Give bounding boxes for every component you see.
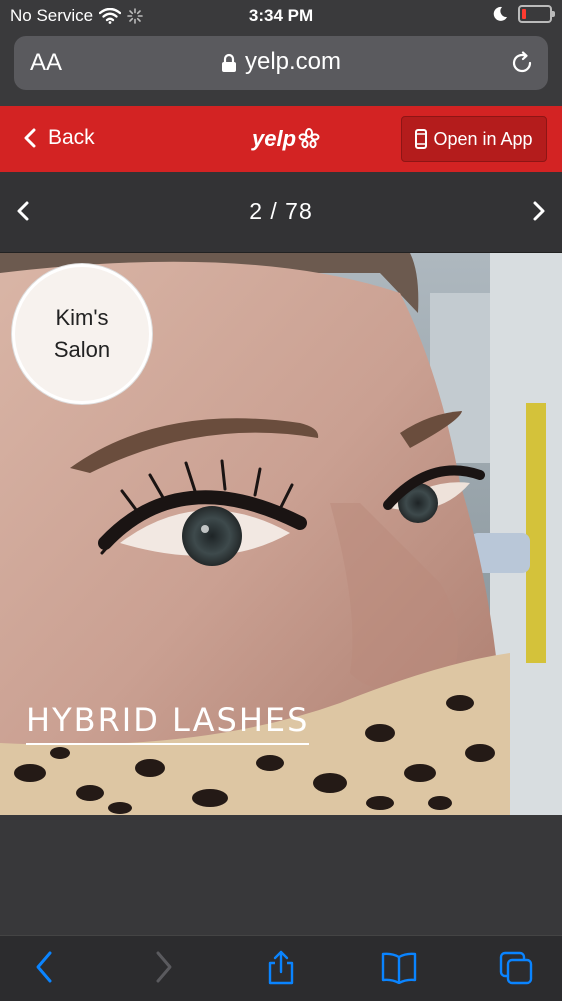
photo-caption: HYBRID LASHES bbox=[26, 701, 310, 745]
browser-address-area: AA yelp.com bbox=[0, 32, 562, 106]
back-label: Back bbox=[48, 126, 95, 149]
bookmarks-icon[interactable] bbox=[380, 950, 418, 984]
next-photo-icon[interactable] bbox=[532, 200, 546, 222]
viewer-background bbox=[0, 815, 562, 935]
url-text: yelp.com bbox=[244, 48, 342, 75]
yelp-header: Back yelp Open in App bbox=[0, 106, 562, 172]
url-display[interactable]: yelp.com bbox=[14, 48, 548, 76]
open-in-app-label: Open in App bbox=[433, 128, 533, 149]
photo-counter: 2 / 78 bbox=[249, 198, 313, 224]
yelp-logo[interactable]: yelp bbox=[252, 126, 320, 152]
forward-icon[interactable] bbox=[154, 950, 174, 984]
share-icon[interactable] bbox=[266, 950, 296, 986]
status-bar: No Service 3:34 PM bbox=[0, 0, 562, 32]
back-icon[interactable] bbox=[34, 950, 54, 984]
open-in-app-button[interactable]: Open in App bbox=[401, 116, 547, 162]
salon-badge-line1: Kim's bbox=[55, 305, 109, 330]
status-time: 3:34 PM bbox=[248, 6, 314, 25]
address-bar[interactable]: AA yelp.com bbox=[14, 36, 548, 90]
back-button[interactable]: Back bbox=[24, 126, 95, 150]
salon-logo-badge: Kim's Salon bbox=[12, 264, 152, 404]
yelp-logo-text: yelp bbox=[252, 126, 297, 151]
tabs-icon[interactable] bbox=[498, 950, 534, 986]
battery-icon bbox=[518, 5, 555, 23]
salon-photo[interactable]: Kim's Salon HYBRID LASHES bbox=[0, 253, 562, 815]
phone-icon bbox=[415, 129, 428, 149]
lock-icon bbox=[221, 53, 236, 72]
do-not-disturb-moon-icon bbox=[493, 6, 507, 21]
browser-toolbar bbox=[0, 935, 562, 1001]
photo-navigation: 2 / 78 bbox=[0, 172, 562, 253]
yelp-burst-icon bbox=[298, 128, 320, 149]
salon-badge-line2: Salon bbox=[53, 337, 111, 362]
reload-icon[interactable] bbox=[510, 51, 534, 75]
status-right bbox=[492, 5, 555, 23]
chevron-left-icon bbox=[24, 128, 36, 148]
